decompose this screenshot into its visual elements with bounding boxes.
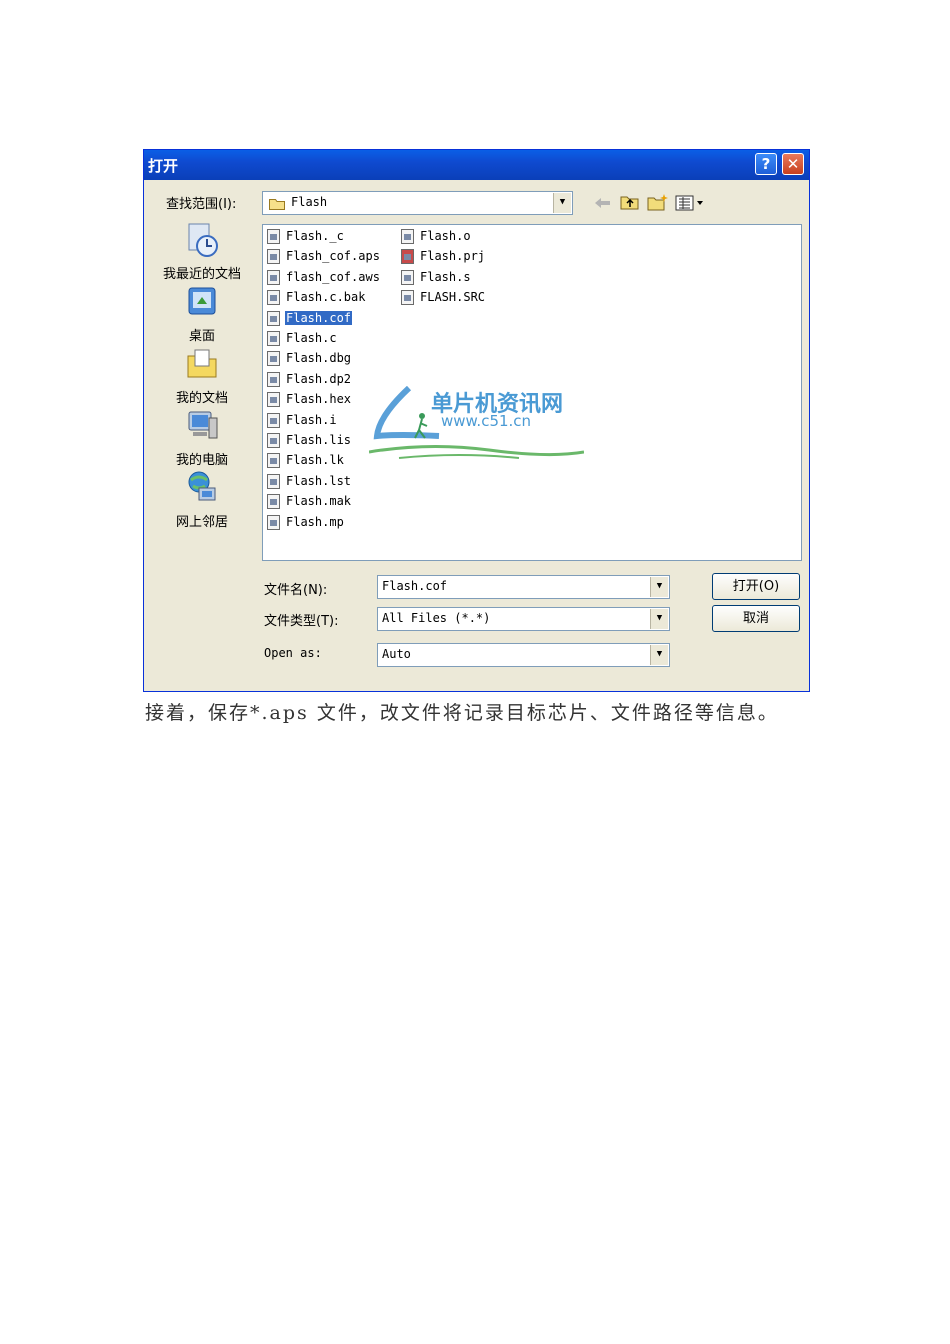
file-icon [267,433,280,448]
file-icon [267,515,280,530]
back-icon[interactable] [594,196,612,210]
open-file-dialog: 打开 ? ✕ 查找范围(I): Flash ▼ 我最近的文档 桌面 我的文档 我… [143,149,810,692]
filename-field[interactable]: Flash.cof ▼ [377,575,670,599]
dropdown-arrow-icon[interactable]: ▼ [650,645,668,665]
file-icon [267,229,280,244]
dropdown-arrow-icon[interactable]: ▼ [553,193,571,213]
project-file-icon [401,249,414,264]
place-label: 我的电脑 [175,453,228,468]
file-icon [267,270,280,285]
file-icon [267,249,280,264]
place-label: 我的文档 [175,391,228,406]
openas-value: Auto [382,647,411,661]
openas-select[interactable]: Auto ▼ [377,643,670,667]
file-icon [267,290,280,305]
file-icon [267,392,280,407]
filetype-value: All Files (*.*) [382,611,491,625]
dialog-title: 打开 [148,157,179,175]
file-icon [267,311,280,326]
title-bar[interactable]: 打开 ? ✕ [144,150,809,180]
place-my-documents[interactable]: 我的文档 [152,346,252,406]
place-label: 我最近的文档 [162,267,241,282]
desktop-icon [188,287,216,315]
file-icon [267,453,280,468]
filename-label: 文件名(N): [264,583,328,598]
look-in-select[interactable]: Flash ▼ [262,191,573,215]
place-desktop[interactable]: 桌面 [152,284,252,344]
look-in-label: 查找范围(I): [166,197,237,212]
view-menu-icon[interactable] [675,195,705,211]
place-network[interactable]: 网上邻居 [152,470,252,530]
dropdown-arrow-icon[interactable]: ▼ [650,577,668,597]
file-icon [267,372,280,387]
watermark: 单片机资讯网 www.c51.cn [369,386,584,466]
file-icon [267,413,280,428]
place-recent-documents[interactable]: 我最近的文档 [152,222,252,282]
new-folder-icon[interactable] [647,193,669,211]
help-button[interactable]: ? [755,153,777,175]
filetype-label: 文件类型(T): [264,614,339,629]
file-icon [267,494,280,509]
recent-documents-icon [188,223,218,257]
file-icon [267,351,280,366]
network-places-icon [188,471,216,501]
close-button[interactable]: ✕ [782,153,804,175]
my-computer-icon [188,411,218,439]
cancel-button[interactable]: 取消 [712,605,800,632]
watermark-url: www.c51.cn [441,412,532,430]
file-icon [401,270,414,285]
file-icon [267,331,280,346]
open-button[interactable]: 打开(O) [712,573,800,600]
folder-icon [269,199,285,210]
caption-text: 接着，保存*.aps 文件，改文件将记录目标芯片、文件路径等信息。 [145,702,779,724]
dropdown-arrow-icon[interactable]: ▼ [650,609,668,629]
file-icon [401,229,414,244]
my-documents-icon [187,349,217,378]
up-folder-icon[interactable] [620,193,640,211]
openas-label: Open as: [264,646,322,660]
filename-value: Flash.cof [382,579,448,593]
look-in-value: Flash [291,195,328,209]
place-label: 网上邻居 [175,515,228,530]
file-icon [267,474,280,489]
filetype-select[interactable]: All Files (*.*) ▼ [377,607,670,631]
place-my-computer[interactable]: 我的电脑 [152,408,252,468]
place-label: 桌面 [188,329,215,344]
file-icon [401,290,414,305]
